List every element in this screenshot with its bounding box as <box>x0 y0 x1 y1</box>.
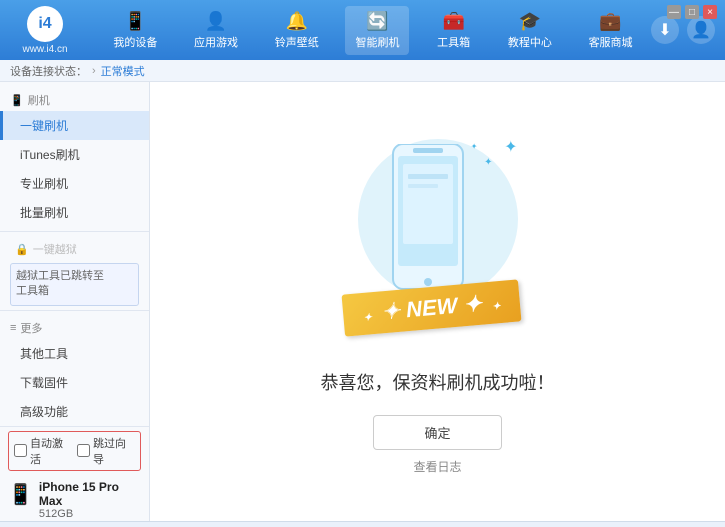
sparkle-2-icon: ✦ <box>484 157 492 168</box>
nav-my-device-label: 我的设备 <box>113 34 157 50</box>
nav-ringtones[interactable]: 🔔 铃声壁纸 <box>265 6 329 55</box>
minimize-button[interactable]: — <box>667 5 681 19</box>
device-options-row: 自动激活 跳过向导 <box>8 431 141 471</box>
nav-tools[interactable]: 🧰 工具箱 <box>426 6 481 55</box>
sidebar-section-jailbreak: 🔒 一键越狱 <box>0 236 149 260</box>
tools-icon: 🧰 <box>442 11 464 32</box>
auto-activate-checkbox[interactable]: 自动激活 <box>14 435 72 467</box>
user-button[interactable]: 👤 <box>687 16 715 44</box>
device-phone-icon: 📱 <box>8 482 33 507</box>
sparkle-3-icon: ✦ <box>471 142 478 151</box>
success-text: 恭喜您，保资料刷机成功啦！ <box>321 369 555 395</box>
skip-wizard-checkbox[interactable]: 跳过向导 <box>77 435 135 467</box>
sidebar-item-itunes-flash[interactable]: iTunes刷机 <box>0 140 149 169</box>
tutorials-icon: 🎓 <box>519 11 541 32</box>
phone-illustration: ✦ ✦ ✦ <box>338 129 538 349</box>
nav-app-games-label: 应用游戏 <box>194 34 238 50</box>
nav-bar: 📱 我的设备 👤 应用游戏 🔔 铃声壁纸 🔄 智能刷机 🧰 工具箱 🎓 <box>95 6 651 55</box>
window-controls: — □ × <box>667 5 717 19</box>
app-logo: i4 www.i4.cn <box>10 6 80 55</box>
nav-service[interactable]: 💼 客服商城 <box>579 6 643 55</box>
device-storage: 512GB <box>39 508 141 520</box>
flash-section-icon: 📱 <box>10 94 24 107</box>
smart-flash-icon: 🔄 <box>366 11 388 32</box>
maximize-button[interactable]: □ <box>685 5 699 19</box>
nav-tools-label: 工具箱 <box>437 34 470 50</box>
sidebar-item-download-fw[interactable]: 下载固件 <box>0 368 149 397</box>
nav-tutorials[interactable]: 🎓 教程中心 <box>498 6 562 55</box>
sidebar-section-flash: 📱 刷机 <box>0 87 149 111</box>
sidebar-section-more: ≡ 更多 <box>0 315 149 339</box>
app-games-icon: 👤 <box>205 11 227 32</box>
main-content: ✦ ✦ ✦ <box>150 82 725 521</box>
sidebar-item-pro-flash[interactable]: 专业刷机 <box>0 169 149 198</box>
device-details: iPhone 15 Pro Max 512GB iPhone <box>39 480 141 527</box>
nav-tutorials-label: 教程中心 <box>508 34 552 50</box>
status-bar: 阻止iTunes运行 V7.98.66 客服 微信公众号 检查更新 <box>0 521 725 527</box>
close-button[interactable]: × <box>703 5 717 19</box>
more-section-icon: ≡ <box>10 322 16 334</box>
breadcrumb-prefix: 设备连接状态： <box>10 63 87 79</box>
sidebar-divider-2 <box>0 310 149 311</box>
device-name: iPhone 15 Pro Max <box>39 480 141 508</box>
confirm-button[interactable]: 确定 <box>373 415 501 450</box>
lock-icon: 🔒 <box>15 243 29 256</box>
nav-app-games[interactable]: 👤 应用游戏 <box>184 6 248 55</box>
flash-section-title: 刷机 <box>28 92 50 108</box>
sidebar-divider-1 <box>0 231 149 232</box>
ringtones-icon: 🔔 <box>286 11 308 32</box>
sidebar-jailbreak-note: 越狱工具已跳转至工具箱 <box>10 263 139 306</box>
sidebar-item-advanced[interactable]: 高级功能 <box>0 397 149 426</box>
service-icon: 💼 <box>599 11 621 32</box>
header-right: ⬇ 👤 <box>651 16 715 44</box>
header: i4 www.i4.cn 📱 我的设备 👤 应用游戏 🔔 铃声壁纸 🔄 智能刷机 <box>0 0 725 60</box>
nav-service-label: 客服商城 <box>589 34 633 50</box>
device-section: 自动激活 跳过向导 📱 iPhone 15 Pro Max 512GB iPho… <box>0 426 149 527</box>
main-area: 📱 刷机 一键刷机 iTunes刷机 专业刷机 批量刷机 🔒 一键越狱 <box>0 82 725 521</box>
nav-smart-flash[interactable]: 🔄 智能刷机 <box>345 6 409 55</box>
sidebar-item-other-tools[interactable]: 其他工具 <box>0 339 149 368</box>
new-badge: ✦ NEW ✦ <box>341 279 521 336</box>
skip-wizard-input[interactable] <box>77 444 90 457</box>
nav-my-device[interactable]: 📱 我的设备 <box>103 6 167 55</box>
auto-activate-input[interactable] <box>14 444 27 457</box>
logo-icon: i4 <box>27 6 63 42</box>
download-button[interactable]: ⬇ <box>651 16 679 44</box>
phone-svg <box>388 144 468 294</box>
logo-text: www.i4.cn <box>22 44 67 55</box>
sparkle-1-icon: ✦ <box>504 137 517 157</box>
breadcrumb: 设备连接状态： › 正常模式 <box>0 60 725 82</box>
breadcrumb-status: 正常模式 <box>101 63 145 79</box>
nav-smart-flash-label: 智能刷机 <box>355 34 399 50</box>
device-info: 📱 iPhone 15 Pro Max 512GB iPhone <box>8 476 141 527</box>
sidebar: 📱 刷机 一键刷机 iTunes刷机 专业刷机 批量刷机 🔒 一键越狱 <box>0 82 150 521</box>
my-device-icon: 📱 <box>124 11 146 32</box>
nav-ringtones-label: 铃声壁纸 <box>275 34 319 50</box>
sidebar-item-batch-flash[interactable]: 批量刷机 <box>0 198 149 227</box>
sidebar-item-one-click-flash[interactable]: 一键刷机 <box>0 111 149 140</box>
log-link[interactable]: 查看日志 <box>413 458 461 475</box>
